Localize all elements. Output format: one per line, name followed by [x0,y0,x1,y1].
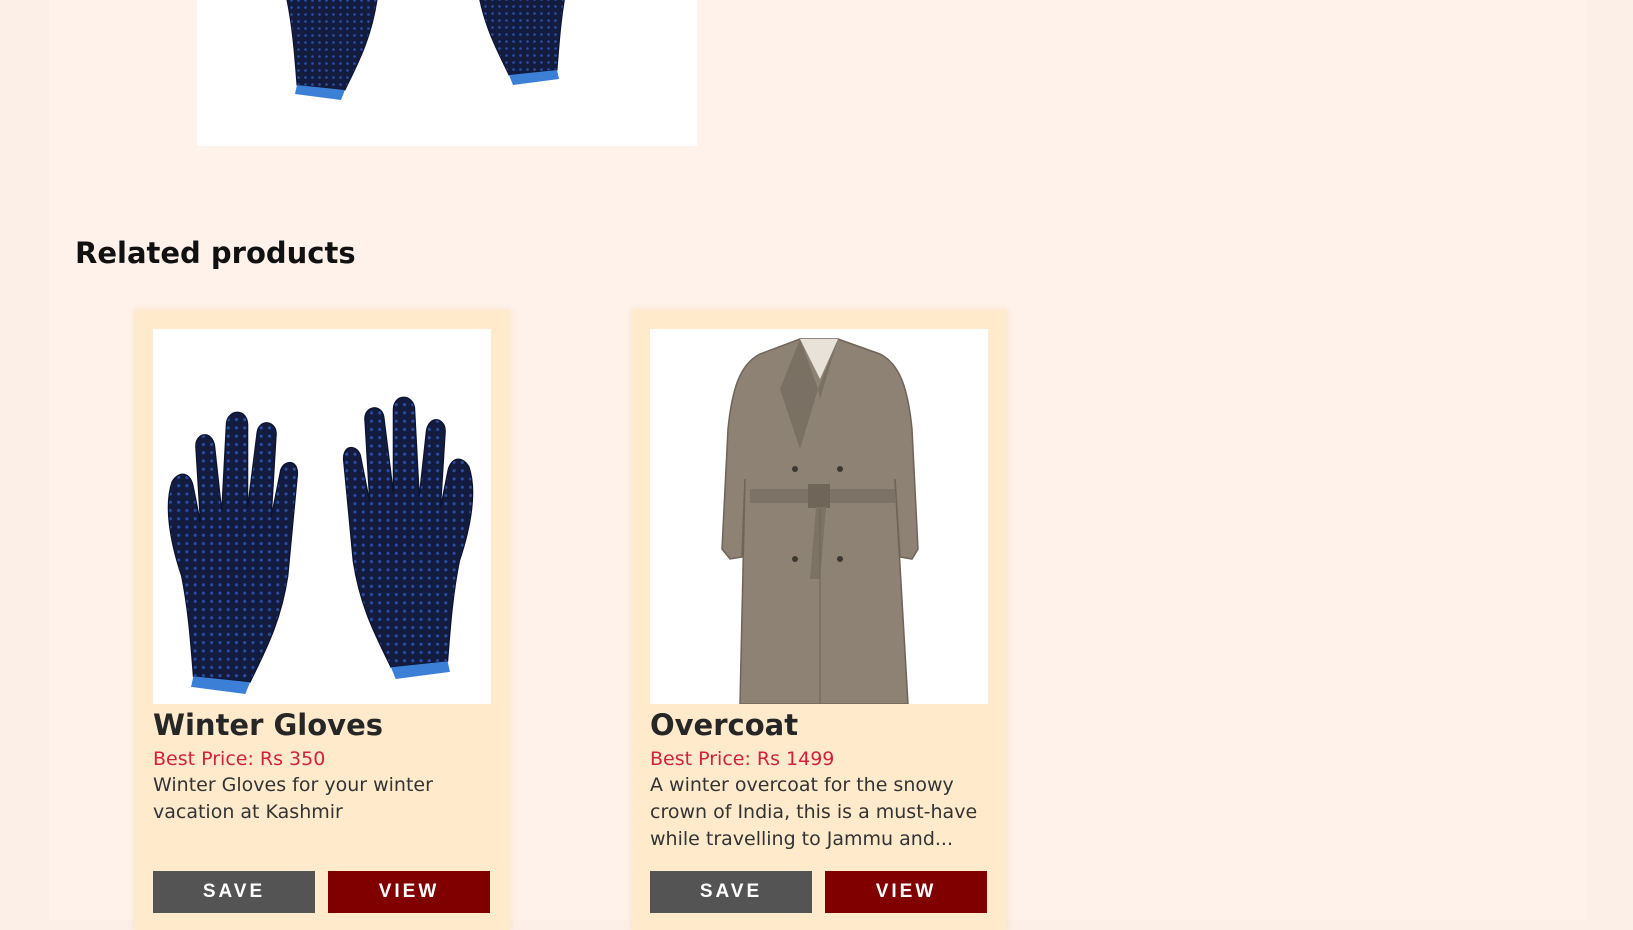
view-button[interactable]: VIEW [825,871,987,913]
overcoat-image[interactable] [650,329,988,704]
page-container: Related products Winter Gloves Best Pric… [49,0,1587,930]
product-price: Best Price: Rs 350 [153,748,326,770]
product-card: Overcoat Best Price: Rs 1499 A winter ov… [632,310,1007,930]
product-price: Best Price: Rs 1499 [650,748,835,770]
save-button[interactable]: SAVE [650,871,812,913]
product-description: Winter Gloves for your winter vacation a… [153,774,433,823]
product-description: A winter overcoat for the snowy crown of… [650,774,978,850]
product-name[interactable]: Winter Gloves [153,708,383,742]
product-name[interactable]: Overcoat [650,708,798,742]
related-products-heading: Related products [75,236,356,270]
product-card: Winter Gloves Best Price: Rs 350 Winter … [135,310,510,930]
view-button[interactable]: VIEW [328,871,490,913]
product-image-gloves [197,0,697,146]
winter-gloves-image[interactable] [153,329,491,704]
save-button[interactable]: SAVE [153,871,315,913]
